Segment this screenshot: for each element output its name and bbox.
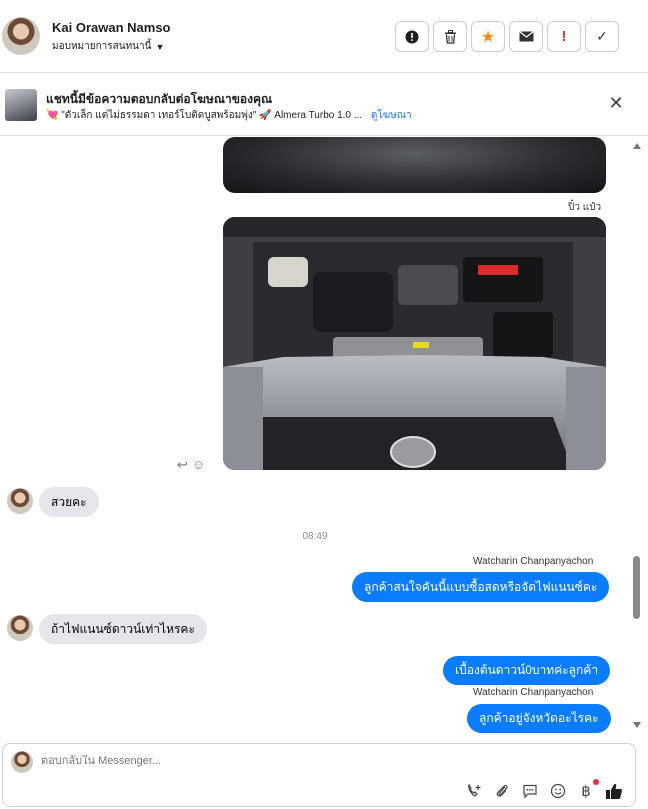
- caret-down-icon: ▼: [155, 41, 165, 52]
- spam-button[interactable]: !: [547, 21, 581, 52]
- contact-name[interactable]: Kai Orawan Namso: [52, 20, 171, 35]
- thumbs-up-icon[interactable]: [605, 782, 623, 800]
- photo-sender-name: ปิ๋ว แป๋ว: [568, 202, 602, 213]
- smiley-icon[interactable]: ☺: [192, 457, 205, 473]
- check-icon: ✓: [596, 28, 608, 44]
- reply-icon[interactable]: ↩: [177, 457, 188, 473]
- close-icon[interactable]: ✕: [606, 93, 626, 113]
- contact-avatar[interactable]: [2, 17, 40, 55]
- mark-unread-button[interactable]: [509, 21, 543, 52]
- star-icon: ★: [480, 28, 496, 46]
- message-thread: ปิ๋ว แป๋ว ↩ ☺ สวยคะ 08:49 Watcharin Chan…: [0, 137, 630, 740]
- sender-avatar[interactable]: [7, 615, 33, 641]
- saved-replies-icon[interactable]: [521, 782, 539, 800]
- delete-button[interactable]: [433, 21, 467, 52]
- message-bubble-outgoing: ลูกค้าอยู่จังหวัดอะไรคะ: [467, 704, 611, 733]
- assign-label: มอบหมายการสนทนานี้: [52, 41, 152, 52]
- scroll-up-arrow-icon[interactable]: [633, 143, 641, 149]
- notification-dot: [593, 779, 599, 785]
- message-bubble-incoming: สวยคะ: [39, 487, 99, 517]
- ad-caption: 💘 "ตัวเล็ก แต่ไม่ธรรมดา เทอร์โบติดบูสพร้…: [46, 110, 363, 121]
- composer-tools: ฿: [465, 779, 623, 800]
- attachment-icon[interactable]: [493, 782, 511, 800]
- page-avatar: [11, 751, 33, 773]
- ad-reply-banner: แชทนี้มีข้อความตอบกลับต่อโฆษณาของคุณ 💘 "…: [0, 73, 648, 136]
- timestamp: 08:49: [302, 531, 328, 542]
- ad-thumbnail[interactable]: [5, 89, 37, 121]
- trash-icon: [444, 29, 456, 44]
- message-reactions: ↩ ☺: [177, 457, 205, 473]
- engine-bay-photo[interactable]: [223, 217, 606, 470]
- exclamation-icon: !: [561, 28, 567, 45]
- ad-banner-title: แชทนี้มีข้อความตอบกลับต่อโฆษณาของคุณ: [46, 92, 273, 106]
- baht-payment-icon[interactable]: ฿: [577, 779, 599, 800]
- agent-name: Watcharin Chanpanyachon: [473, 556, 594, 567]
- conversation-header: Kai Orawan Namso มอบหมายการสนทนานี้ ▼ ★ …: [0, 0, 648, 73]
- car-interior-photo[interactable]: [223, 137, 606, 193]
- star-button[interactable]: ★: [471, 21, 505, 52]
- alert-button[interactable]: [395, 21, 429, 52]
- add-call-icon[interactable]: [465, 782, 483, 800]
- reply-composer: ฿: [2, 743, 636, 807]
- reply-input[interactable]: [41, 755, 441, 767]
- view-ad-link[interactable]: ดูโฆษณา: [371, 110, 412, 121]
- engine-photo-illustration: [223, 217, 606, 470]
- emoji-icon[interactable]: [549, 782, 567, 800]
- agent-name: Watcharin Chanpanyachon: [473, 687, 594, 698]
- message-bubble-incoming: ถ้าไฟแนนซ์ดาวน์เท่าไหรคะ: [39, 614, 207, 644]
- mail-icon: [518, 31, 534, 42]
- assign-conversation-dropdown[interactable]: มอบหมายการสนทนานี้ ▼: [52, 39, 164, 54]
- message-bubble-outgoing: เบื้องต้นดาวน์0บาทค่ะลูกค้า: [443, 656, 611, 685]
- ad-banner-subtitle: 💘 "ตัวเล็ก แต่ไม่ธรรมดา เทอร์โบติดบูสพร้…: [46, 108, 412, 123]
- mark-done-button[interactable]: ✓: [585, 21, 619, 52]
- scroll-down-arrow-icon[interactable]: [633, 722, 641, 728]
- thread-scrollbar[interactable]: [630, 137, 644, 740]
- message-bubble-outgoing: ลูกค้าสนใจคันนี้แบบซื้อสดหรือจัดไฟแนนซ์ค…: [352, 572, 610, 602]
- scrollbar-thumb[interactable]: [633, 556, 640, 619]
- header-actions: ★ ! ✓: [395, 21, 619, 52]
- alert-circle-icon: [405, 30, 419, 43]
- sender-avatar[interactable]: [7, 488, 33, 514]
